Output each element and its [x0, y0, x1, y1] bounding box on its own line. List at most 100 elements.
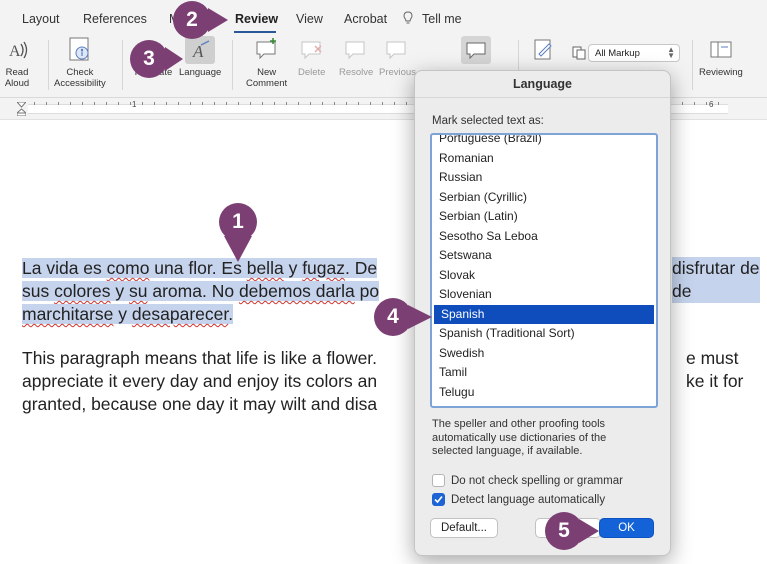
ruler-tick — [190, 102, 191, 105]
ruler-tick — [94, 102, 95, 105]
language-icon: A — [185, 36, 216, 64]
ruler-tick — [370, 102, 371, 105]
tab-references[interactable]: References — [83, 12, 147, 26]
ruler-tick — [58, 102, 59, 105]
read-aloud-button[interactable]: A Read Aloud — [4, 36, 30, 89]
reviewing-label: Reviewing — [699, 67, 743, 78]
show-comments-button[interactable] — [461, 36, 491, 67]
language-option[interactable]: Slovak — [432, 266, 656, 286]
language-option[interactable]: Swedish — [432, 344, 656, 364]
callout-4: 4 — [374, 298, 412, 336]
previous-comment-button[interactable]: Previous — [379, 36, 416, 78]
language-button[interactable]: A Language — [179, 36, 221, 78]
ruler-tick — [394, 102, 395, 105]
markup-select[interactable]: All Markup ▲ ▼ — [588, 44, 680, 62]
ruler-tick — [106, 102, 107, 105]
english-paragraph[interactable]: This paragraph means that life is like a… — [22, 347, 377, 416]
ruler-tick — [70, 102, 71, 105]
text-line: marchitarse y desaparecer. — [22, 304, 234, 324]
no-spelling-checkbox-row[interactable]: Do not check spelling or grammar — [432, 474, 623, 487]
read-aloud-label-2: Aloud — [4, 78, 30, 89]
ruler-number: 6 — [709, 100, 714, 109]
ruler-tick — [142, 102, 143, 105]
ruler-tick — [718, 102, 719, 105]
ruler-tick — [682, 102, 683, 105]
read-aloud-label-1: Read — [5, 67, 29, 78]
tab-view[interactable]: View — [296, 12, 323, 26]
dialog-title: Language — [512, 77, 573, 91]
ruler-tick — [154, 102, 155, 105]
language-option[interactable]: Spanish (Traditional Sort) — [432, 324, 656, 344]
new-comment-label-1: New — [257, 67, 277, 78]
tab-acrobat[interactable]: Acrobat — [344, 12, 387, 26]
english-right-fragment: e must ke it for — [686, 347, 743, 393]
new-comment-button[interactable]: New Comment — [246, 36, 287, 89]
mark-text-label: Mark selected text as: — [432, 115, 544, 127]
default-button[interactable]: Default... — [430, 518, 498, 538]
accessibility-check-icon — [67, 36, 93, 64]
detect-language-checkbox[interactable] — [432, 493, 445, 506]
callout-3: 3 — [130, 40, 168, 78]
callout-5-pointer — [579, 519, 599, 543]
ruler-tick — [46, 102, 47, 105]
ruler-tick — [406, 102, 407, 105]
reviewing-pane-button[interactable]: Reviewing — [699, 36, 743, 78]
tab-layout[interactable]: Layout — [22, 12, 60, 26]
markup-select-value: All Markup — [595, 48, 640, 59]
ruler-tick — [322, 102, 323, 105]
ok-button[interactable]: OK — [599, 518, 654, 538]
text-line: sus colores y su aroma. No debemos darla… — [22, 281, 380, 301]
ribbon-divider — [48, 40, 49, 90]
speaker-icon: A — [4, 36, 30, 64]
track-changes-button[interactable] — [531, 36, 557, 67]
language-list[interactable]: Portuguese (Brazil) Romanian Russian Serbia… — [430, 133, 658, 408]
language-option[interactable]: Serbian (Cyrillic) — [432, 188, 656, 208]
language-option[interactable]: Russian — [432, 168, 656, 188]
language-option[interactable]: Setswana — [432, 246, 656, 266]
tab-review[interactable]: Review — [235, 12, 278, 26]
ruler-number: 1 — [132, 100, 137, 109]
ruler-tick — [694, 102, 695, 105]
ribbon-tab-bar: Layout References M Review View Acrobat … — [0, 0, 767, 34]
language-option[interactable]: Telugu — [432, 383, 656, 403]
check-accessibility-label-1: Check — [66, 67, 94, 78]
no-spelling-checkbox[interactable] — [432, 474, 445, 487]
up-down-chevron-icon: ▲ ▼ — [667, 45, 675, 60]
text-fragment: de — [672, 280, 760, 303]
callout-2: 2 — [173, 1, 211, 39]
ruler-tick — [382, 102, 383, 105]
text-fragment: e must — [686, 348, 739, 368]
language-option[interactable]: Romanian — [432, 149, 656, 169]
display-for-review-icon — [572, 46, 586, 60]
lightbulb-icon — [403, 11, 413, 24]
text-line: This paragraph means that life is like a… — [22, 348, 378, 368]
ruler-tick — [238, 102, 239, 105]
indent-marker-icon[interactable] — [17, 102, 26, 116]
ribbon-divider — [232, 40, 233, 90]
text-line: granted, because one day it may wilt and… — [22, 394, 378, 414]
previous-label: Previous — [379, 67, 416, 78]
ruler-tick — [346, 102, 347, 105]
no-spelling-label: Do not check spelling or grammar — [451, 474, 623, 487]
ruler-tick — [130, 102, 131, 105]
detect-language-checkbox-row[interactable]: Detect language automatically — [432, 493, 605, 506]
ruler-tick — [118, 102, 119, 105]
check-accessibility-label-2: Accessibility — [54, 78, 106, 89]
language-option[interactable]: Tamil — [432, 363, 656, 383]
language-option[interactable]: Sesotho Sa Leboa — [432, 227, 656, 247]
ruler-tick — [262, 102, 263, 105]
callout-4-pointer — [408, 305, 432, 329]
language-option[interactable]: Slovenian — [432, 285, 656, 305]
resolve-comment-button[interactable]: Resolve — [339, 36, 373, 78]
language-option[interactable]: Spanish — [434, 304, 654, 324]
ruler-tick — [274, 102, 275, 105]
delete-comment-button[interactable]: Delete — [298, 36, 325, 78]
language-option[interactable]: Portuguese (Brazil) — [432, 135, 656, 149]
ruler-tick — [250, 102, 251, 105]
language-option[interactable]: Serbian (Latin) — [432, 207, 656, 227]
tell-me-search[interactable]: Tell me — [422, 12, 462, 26]
spanish-paragraph[interactable]: La vida es como una flor. Es bella y fug… — [22, 257, 380, 326]
check-accessibility-button[interactable]: Check Accessibility — [54, 36, 106, 89]
ruler-tick — [706, 102, 707, 105]
show-comments-icon — [461, 36, 491, 64]
